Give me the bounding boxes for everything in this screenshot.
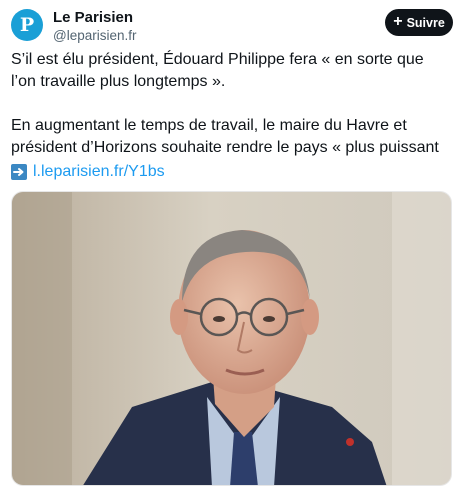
post-card: P Le Parisien @leparisien.fr + Suivre S’…: [0, 0, 464, 496]
account-handle[interactable]: @leparisien.fr: [53, 28, 137, 43]
follow-button[interactable]: + Suivre: [385, 9, 453, 36]
post-text-paragraph-1: S’il est élu président, Édouard Philippe…: [11, 51, 424, 90]
avatar-logo: P: [19, 13, 35, 36]
avatar[interactable]: P: [11, 9, 43, 41]
account-name[interactable]: Le Parisien: [53, 9, 133, 26]
follow-label: Suivre: [406, 15, 445, 30]
right-arrow-icon: [11, 164, 27, 180]
post-link[interactable]: l.leparisien.fr/Y1bs: [33, 161, 165, 183]
post-photo[interactable]: [11, 191, 452, 486]
portrait-photo: [12, 192, 451, 485]
post-link-row: l.leparisien.fr/Y1bs: [11, 161, 165, 183]
plus-icon: +: [393, 12, 403, 30]
